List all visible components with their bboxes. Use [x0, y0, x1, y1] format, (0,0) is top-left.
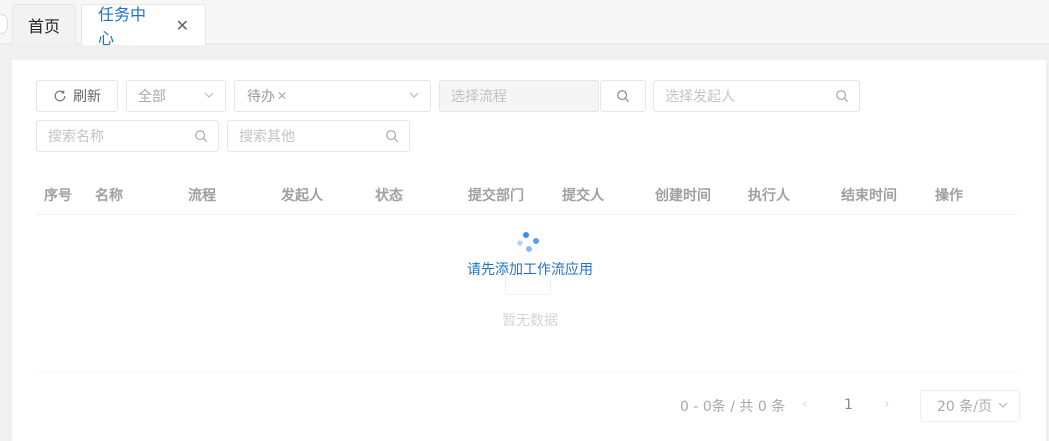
search-icon[interactable] — [835, 89, 849, 103]
flow-search-button[interactable] — [600, 80, 646, 112]
name-search-input[interactable]: 搜索名称 — [36, 120, 219, 152]
column-header-status[interactable]: 状态 — [375, 185, 403, 205]
tab-task-center[interactable]: 任务中心 ✕ — [81, 4, 206, 48]
tab-bar: 首页 任务中心 ✕ — [0, 0, 1049, 48]
column-header-index[interactable]: 序号 — [44, 185, 72, 205]
tab-home-label: 首页 — [27, 17, 60, 36]
search-icon[interactable] — [385, 129, 399, 143]
column-header-executor[interactable]: 执行人 — [748, 185, 790, 205]
other-search-input[interactable]: 搜索其他 — [227, 120, 410, 152]
pagination-page[interactable]: 1 — [844, 397, 853, 413]
other-search-placeholder: 搜索其他 — [239, 129, 295, 145]
main-panel: 刷新 全部 待办 ✕ 选择流程 选择发起人 搜索名称 搜索其他 序号 名称 流程… — [12, 60, 1046, 441]
status-tag[interactable]: 待办 ✕ — [247, 86, 287, 106]
column-header-ended[interactable]: 结束时间 — [841, 185, 897, 205]
search-icon — [617, 90, 630, 103]
empty-state-icon — [505, 275, 551, 295]
table-header: 序号 名称 流程 发起人 状态 提交部门 提交人 创建时间 执行人 结束时间 操… — [36, 173, 1018, 215]
pagination-total: 0 - 0条 / 共 0 条 — [680, 399, 786, 415]
search-icon[interactable] — [194, 129, 208, 143]
tab-task-center-label: 任务中心 — [98, 5, 147, 48]
chevron-down-icon — [204, 92, 214, 98]
close-icon[interactable]: ✕ — [176, 16, 189, 35]
column-header-submitter[interactable]: 提交人 — [562, 185, 604, 205]
column-header-name[interactable]: 名称 — [95, 185, 123, 205]
column-header-flow[interactable]: 流程 — [188, 185, 216, 205]
name-search-placeholder: 搜索名称 — [48, 129, 104, 145]
flow-select[interactable]: 选择流程 — [439, 80, 599, 112]
chevron-down-icon — [409, 92, 419, 98]
status-select[interactable]: 待办 ✕ — [234, 80, 431, 112]
status-tag-label: 待办 — [247, 89, 275, 105]
column-header-actions[interactable]: 操作 — [935, 185, 963, 205]
column-header-created[interactable]: 创建时间 — [655, 185, 711, 205]
empty-state-text: 暂无数据 — [502, 313, 558, 329]
loading-spinner-icon — [517, 232, 539, 252]
chevron-right-icon[interactable]: › — [884, 396, 890, 412]
refresh-button[interactable]: 刷新 — [36, 80, 118, 112]
page-size-value: 20 条/页 — [937, 399, 992, 415]
refresh-label: 刷新 — [73, 89, 101, 105]
close-icon[interactable]: ✕ — [277, 89, 287, 103]
refresh-icon — [54, 90, 66, 102]
initiator-input[interactable]: 选择发起人 — [653, 80, 860, 112]
column-header-dept[interactable]: 提交部门 — [468, 185, 524, 205]
scope-select[interactable]: 全部 — [126, 80, 226, 112]
scope-select-value: 全部 — [138, 89, 166, 105]
divider — [36, 372, 1018, 373]
chevron-left-icon[interactable]: ‹ — [802, 396, 808, 412]
tab-home[interactable]: 首页 — [12, 4, 76, 45]
page-size-select[interactable]: 20 条/页 — [920, 390, 1020, 422]
initiator-placeholder: 选择发起人 — [665, 89, 735, 105]
collapse-handle[interactable] — [0, 14, 8, 34]
chevron-down-icon — [998, 402, 1008, 408]
flow-select-placeholder: 选择流程 — [451, 89, 507, 105]
column-header-initiator[interactable]: 发起人 — [281, 185, 323, 205]
